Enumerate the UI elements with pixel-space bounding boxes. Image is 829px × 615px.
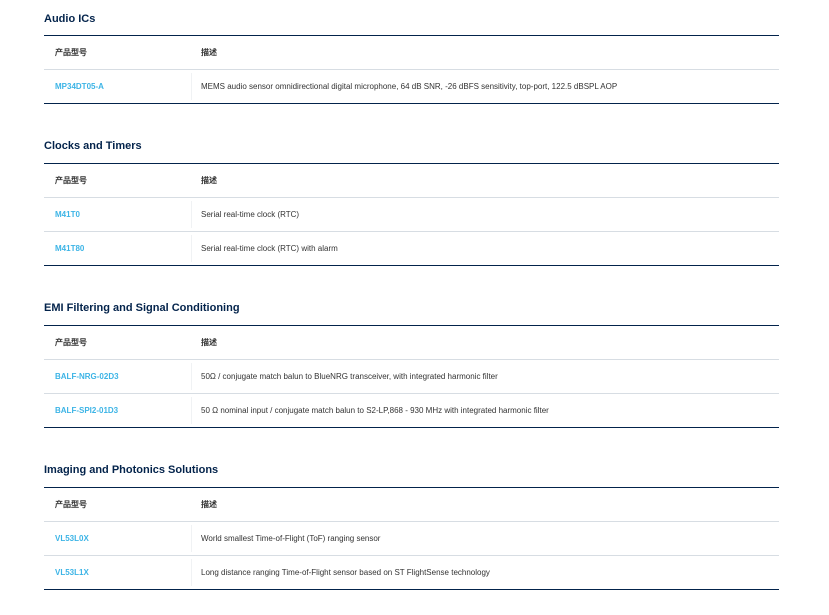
table-header-row: 产品型号 描述 <box>44 326 779 359</box>
product-table: 产品型号 描述 MP34DT05-A MEMS audio sensor omn… <box>44 35 779 104</box>
column-header-desc: 描述 <box>201 48 217 57</box>
section-imaging-photonics: Imaging and Photonics Solutions 产品型号 描述 … <box>44 463 779 590</box>
part-description: Long distance ranging Time-of-Flight sen… <box>201 568 490 577</box>
part-number-link[interactable]: M41T80 <box>55 244 84 253</box>
part-description: MEMS audio sensor omnidirectional digita… <box>201 82 618 91</box>
table-row: M41T80 Serial real-time clock (RTC) with… <box>44 231 779 265</box>
column-header-desc: 描述 <box>201 176 217 185</box>
table-row: VL53L1X Long distance ranging Time-of-Fl… <box>44 555 779 589</box>
part-description: 50Ω / conjugate match balun to BlueNRG t… <box>201 372 498 381</box>
section-emi-filtering: EMI Filtering and Signal Conditioning 产品… <box>44 301 779 428</box>
table-row: BALF-SPI2-01D3 50 Ω nominal input / conj… <box>44 393 779 427</box>
table-header-row: 产品型号 描述 <box>44 164 779 197</box>
section-clocks-and-timers: Clocks and Timers 产品型号 描述 M41T0 Serial r… <box>44 139 779 266</box>
part-number-link[interactable]: VL53L1X <box>55 568 89 577</box>
part-description: World smallest Time-of-Flight (ToF) rang… <box>201 534 381 543</box>
section-title: Imaging and Photonics Solutions <box>44 464 219 476</box>
section-title: Audio ICs <box>44 13 96 25</box>
part-number-link[interactable]: VL53L0X <box>55 534 89 543</box>
table-header-row: 产品型号 描述 <box>44 488 779 521</box>
column-header-part: 产品型号 <box>55 500 87 509</box>
table-row: M41T0 Serial real-time clock (RTC) <box>44 197 779 231</box>
part-description: Serial real-time clock (RTC) with alarm <box>201 244 338 253</box>
part-description: 50 Ω nominal input / conjugate match bal… <box>201 406 549 415</box>
part-description: Serial real-time clock (RTC) <box>201 210 300 219</box>
table-row: BALF-NRG-02D3 50Ω / conjugate match balu… <box>44 359 779 393</box>
product-table: 产品型号 描述 M41T0 Serial real-time clock (RT… <box>44 163 779 266</box>
part-number-link[interactable]: BALF-SPI2-01D3 <box>55 406 118 415</box>
product-table: 产品型号 描述 VL53L0X World smallest Time-of-F… <box>44 487 779 590</box>
column-header-desc: 描述 <box>201 500 217 509</box>
column-header-desc: 描述 <box>201 338 217 347</box>
product-table: 产品型号 描述 BALF-NRG-02D3 50Ω / conjugate ma… <box>44 325 779 428</box>
part-number-link[interactable]: MP34DT05-A <box>55 82 104 91</box>
column-header-part: 产品型号 <box>55 338 87 347</box>
column-header-part: 产品型号 <box>55 176 87 185</box>
part-number-link[interactable]: M41T0 <box>55 210 80 219</box>
part-number-link[interactable]: BALF-NRG-02D3 <box>55 372 119 381</box>
table-row: VL53L0X World smallest Time-of-Flight (T… <box>44 521 779 555</box>
section-title: EMI Filtering and Signal Conditioning <box>44 302 240 314</box>
table-row: MP34DT05-A MEMS audio sensor omnidirecti… <box>44 69 779 103</box>
section-title: Clocks and Timers <box>44 140 142 152</box>
table-header-row: 产品型号 描述 <box>44 36 779 69</box>
section-audio-ics: Audio ICs 产品型号 描述 MP34DT05-A MEMS audio … <box>44 12 779 104</box>
column-header-part: 产品型号 <box>55 48 87 57</box>
